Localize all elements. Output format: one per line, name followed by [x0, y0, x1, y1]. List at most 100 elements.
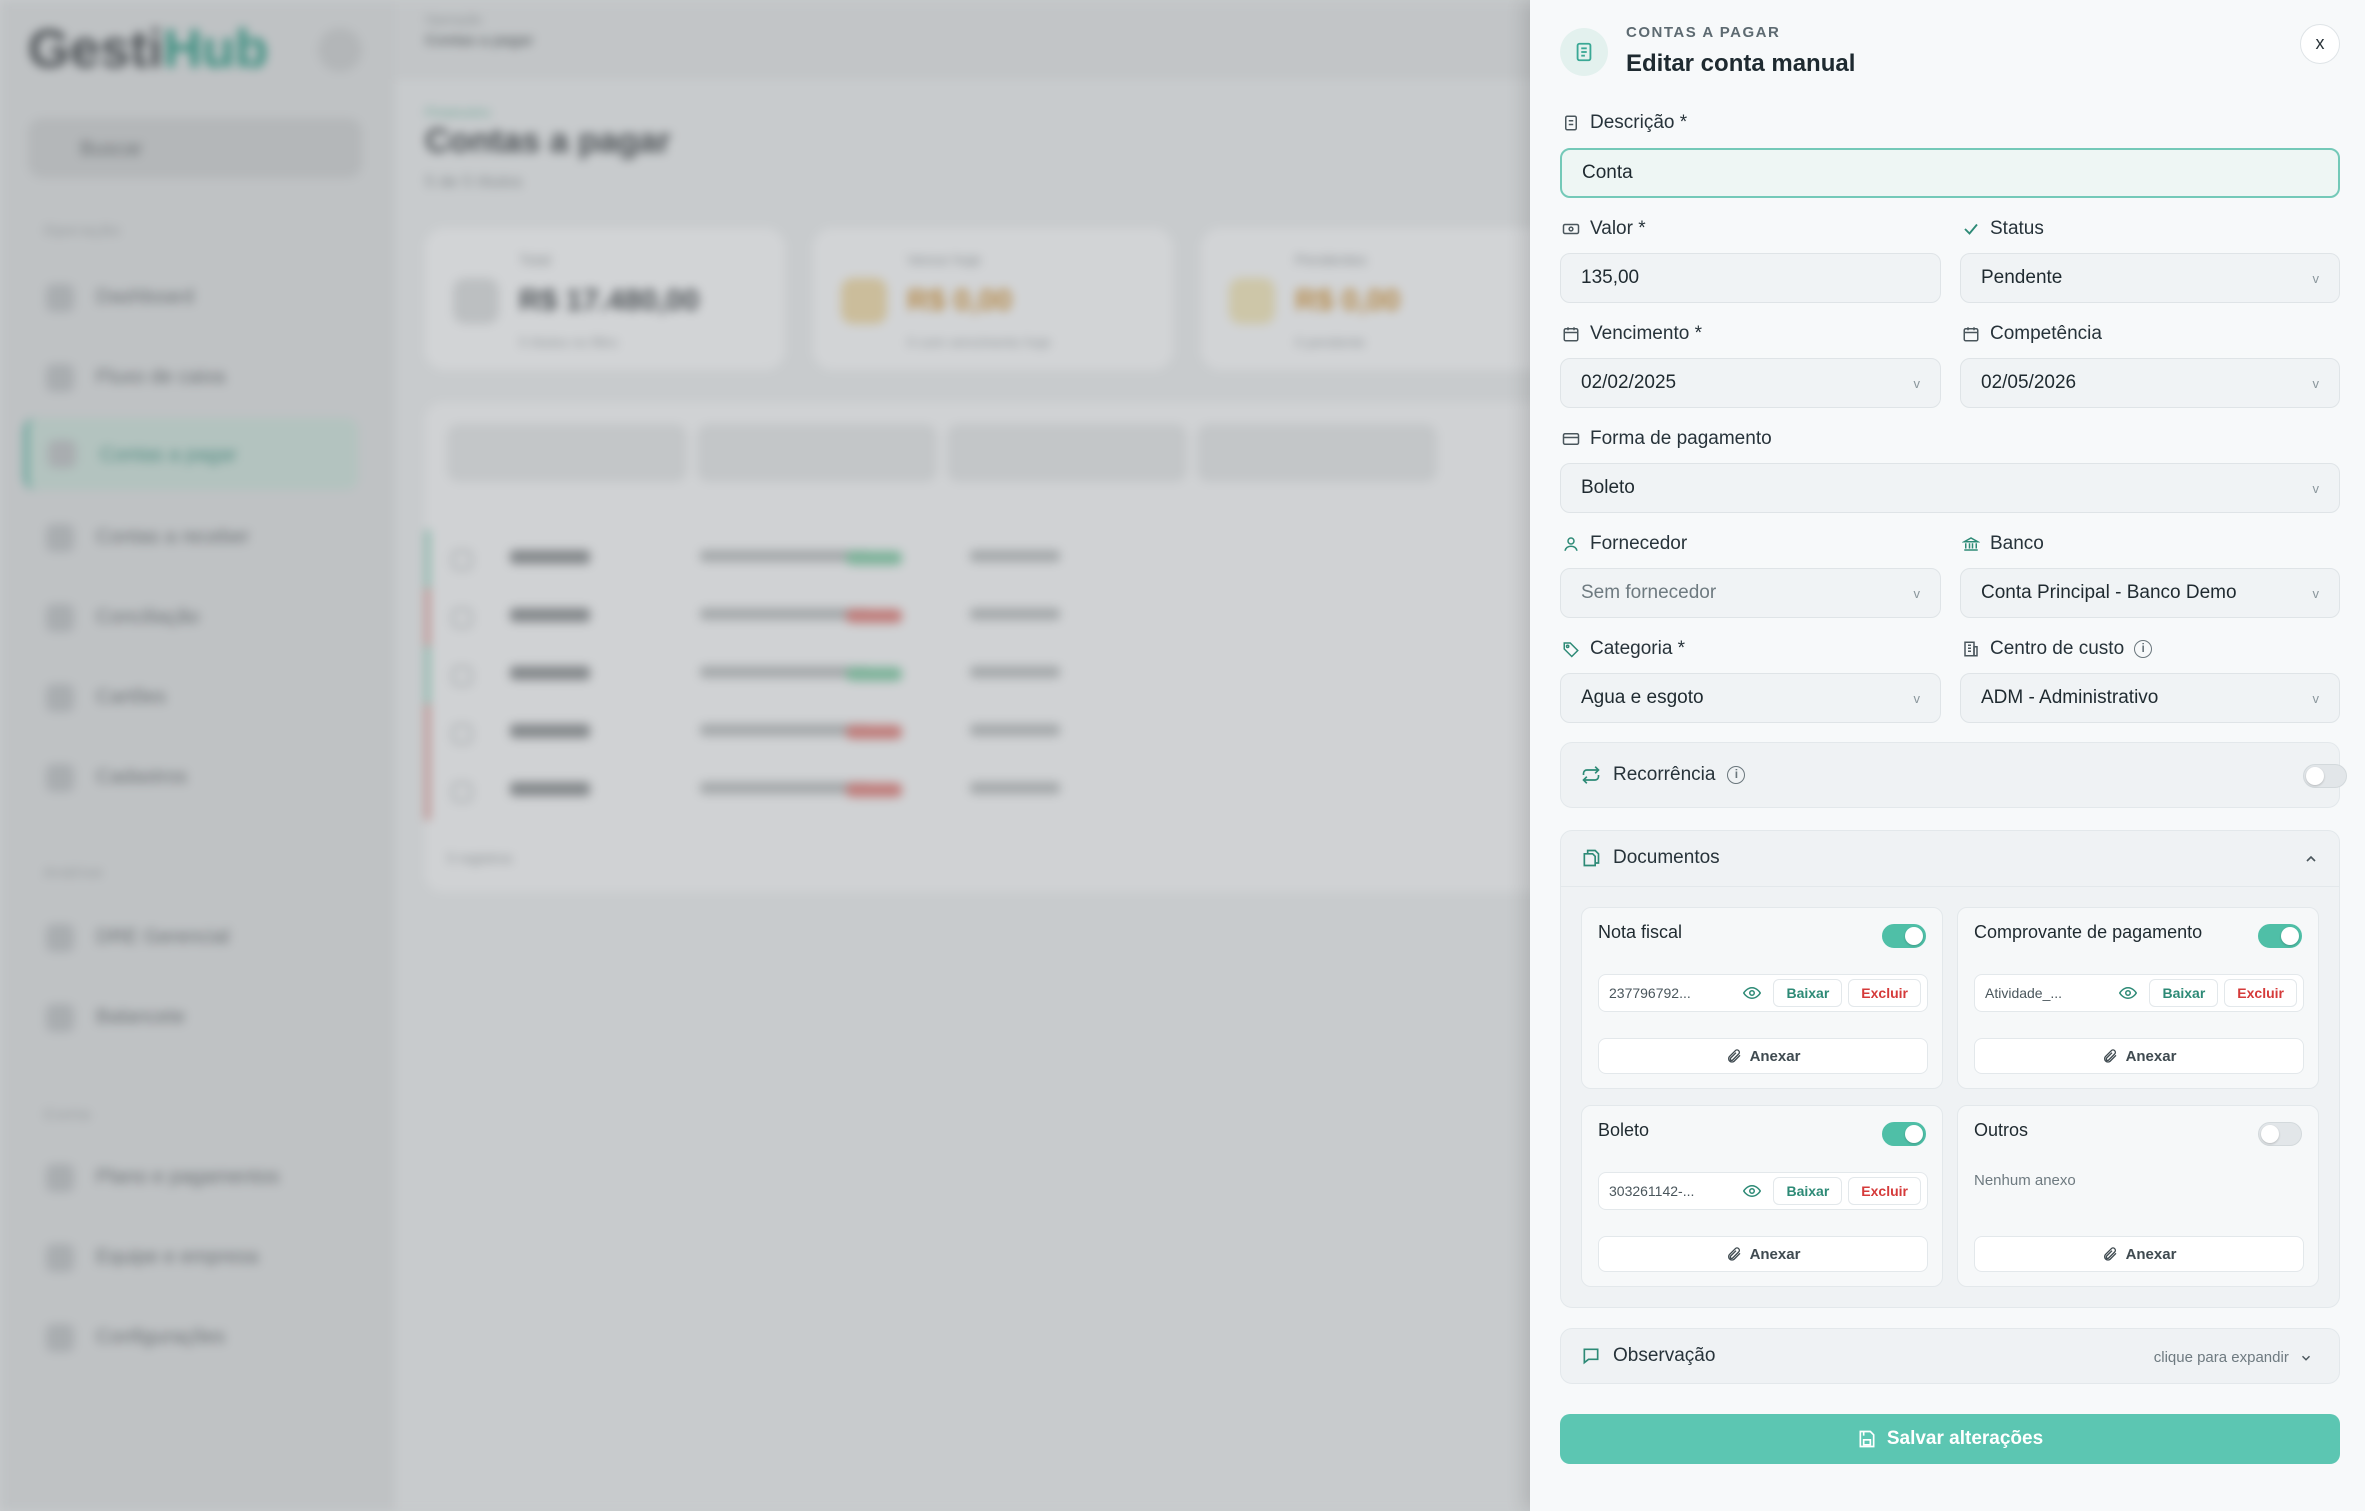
chevron-down-icon	[2301, 1355, 2311, 1361]
files-icon	[1583, 849, 1600, 867]
status-select[interactable]: Pendente v	[1960, 253, 2340, 303]
chevron-down-icon: v	[1913, 375, 1921, 391]
sidebar-item-team[interactable]: Equipe e empresa	[44, 1236, 364, 1276]
paperclip-icon	[2103, 1049, 2117, 1063]
filter-search[interactable]	[1197, 424, 1437, 482]
chevron-down-icon: v	[2312, 375, 2320, 391]
sidebar-item-plan[interactable]: Plano e pagamentos	[44, 1156, 364, 1196]
forma-pagamento-select[interactable]: Boleto v	[1560, 463, 2340, 513]
sidebar-item-registers[interactable]: Cadastros	[44, 756, 364, 796]
close-button[interactable]: x	[2300, 24, 2340, 64]
eye-icon[interactable]	[1737, 979, 1767, 1007]
save-button[interactable]: Salvar alterações	[1560, 1414, 2340, 1464]
gear-icon	[46, 1324, 74, 1352]
comment-icon	[1583, 1348, 1599, 1365]
card-icon	[46, 684, 74, 712]
fornecedor-select[interactable]: Sem fornecedor v	[1560, 568, 1941, 618]
delete-button[interactable]: Excluir	[2224, 979, 2297, 1007]
vencimento-date-picker[interactable]: 02/02/2025 v	[1560, 358, 1941, 408]
card-sub: 0 pendente	[1295, 334, 1366, 350]
eye-icon[interactable]	[2113, 979, 2143, 1007]
records-count: 5 registros	[447, 850, 513, 866]
categoria-select[interactable]: Agua e esgoto v	[1560, 673, 1941, 723]
competencia-date-picker[interactable]: 02/05/2026 v	[1960, 358, 2340, 408]
sidebar-item-receivables[interactable]: Contas a receber	[44, 516, 364, 556]
filter-period[interactable]	[447, 424, 687, 482]
table-row[interactable]	[425, 762, 1625, 820]
delete-button[interactable]: Excluir	[1848, 1177, 1921, 1205]
edit-account-drawer: CONTAS A PAGAR Editar conta manual x Des…	[1530, 0, 2365, 1511]
observacao-panel[interactable]: Observação clique para expandir	[1560, 1328, 2340, 1384]
banco-label: Banco	[1962, 533, 2044, 555]
documentos-header[interactable]: Documentos	[1581, 847, 1720, 869]
banco-select[interactable]: Conta Principal - Banco Demo v	[1960, 568, 2340, 618]
recorrencia-toggle[interactable]	[2303, 764, 2347, 788]
descricao-input[interactable]: Conta	[1560, 148, 2340, 198]
building-icon	[1964, 641, 1978, 657]
payables-table: 5 registros	[425, 402, 1625, 892]
recorrencia-label: Recorrência i	[1581, 764, 1746, 786]
check-icon	[1229, 278, 1275, 324]
sidebar-item-balancete[interactable]: Balancete	[44, 996, 364, 1036]
summary-card-total: Total R$ 17.480,00 5 títulos no filtro	[425, 228, 785, 370]
outros-toggle[interactable]	[2258, 1122, 2302, 1146]
collapse-sidebar-button[interactable]	[318, 28, 362, 72]
valor-input[interactable]: 135,00	[1560, 253, 1941, 303]
chevron-up-icon[interactable]	[2303, 851, 2319, 867]
receipt-icon	[1560, 28, 1608, 76]
info-icon[interactable]: i	[2134, 640, 2153, 658]
file-name: 303261142-...	[1609, 1183, 1695, 1199]
filter-supplier[interactable]	[947, 424, 1187, 482]
attached-file: Atividade_... Baixar Excluir	[1974, 974, 2304, 1012]
attached-file: 303261142-... Baixar Excluir	[1598, 1172, 1928, 1210]
delete-button[interactable]: Excluir	[1848, 979, 1921, 1007]
valor-label: Valor *	[1562, 218, 1646, 240]
sidebar-item-cashflow[interactable]: Fluxo de caixa	[44, 356, 364, 396]
refresh-icon	[46, 604, 74, 632]
breadcrumb: Operação	[425, 12, 483, 27]
chart-icon	[46, 364, 74, 392]
attach-button[interactable]: Anexar	[1598, 1236, 1928, 1272]
summary-card-due-today: Vence hoje R$ 0,00 0 com vencimento hoje	[813, 228, 1173, 370]
attach-button[interactable]: Anexar	[1974, 1038, 2304, 1074]
sidebar-item-payables[interactable]: Contas a pagar	[24, 418, 358, 490]
table-row[interactable]	[425, 530, 1625, 588]
section-label: Conta	[44, 1106, 92, 1122]
attach-button[interactable]: Anexar	[1598, 1038, 1928, 1074]
info-icon[interactable]: i	[1727, 766, 1746, 784]
sidebar-item-cards[interactable]: Cartões	[44, 676, 364, 716]
sidebar-item-settings[interactable]: Configurações	[44, 1316, 364, 1356]
filter-status[interactable]	[697, 424, 937, 482]
centro-custo-label: Centro de custo i	[1962, 638, 2153, 660]
sidebar-item-dashboard[interactable]: Dashboard	[44, 276, 364, 316]
chevron-down-icon: v	[2312, 690, 2320, 706]
comprovante-toggle[interactable]	[2258, 924, 2302, 948]
download-button[interactable]: Baixar	[2149, 979, 2219, 1007]
nota-fiscal-toggle[interactable]	[1882, 924, 1926, 948]
file-name: 237796792...	[1609, 985, 1691, 1001]
attached-file: 237796792... Baixar Excluir	[1598, 974, 1928, 1012]
card-icon	[46, 1164, 74, 1192]
search-input[interactable]: Buscar	[28, 118, 362, 178]
eye-icon[interactable]	[1737, 1177, 1767, 1205]
file-name: Atividade_...	[1985, 985, 2063, 1001]
page-eyebrow: Financeiro	[425, 104, 491, 120]
attach-button[interactable]: Anexar	[1974, 1236, 2304, 1272]
competencia-label: Competência	[1962, 323, 2102, 345]
download-button[interactable]: Baixar	[1773, 1177, 1843, 1205]
table-row[interactable]	[425, 588, 1625, 646]
table-row[interactable]	[425, 646, 1625, 704]
table-row[interactable]	[425, 704, 1625, 762]
chevron-down-icon: v	[2312, 480, 2320, 496]
boleto-toggle[interactable]	[1882, 1122, 1926, 1146]
doc-title: Outros	[1974, 1120, 2029, 1140]
card-value: R$ 0,00	[907, 284, 1013, 317]
centro-custo-select[interactable]: ADM - Administrativo v	[1960, 673, 2340, 723]
receipt-icon	[1565, 115, 1577, 131]
calendar-icon	[1963, 327, 1979, 342]
download-button[interactable]: Baixar	[1773, 979, 1843, 1007]
dashboard-icon	[46, 284, 74, 312]
sidebar-item-reconciliation[interactable]: Conciliação	[44, 596, 364, 636]
sidebar-item-dre[interactable]: DRE Gerencial	[44, 916, 364, 956]
section-label: Operação	[44, 222, 122, 238]
